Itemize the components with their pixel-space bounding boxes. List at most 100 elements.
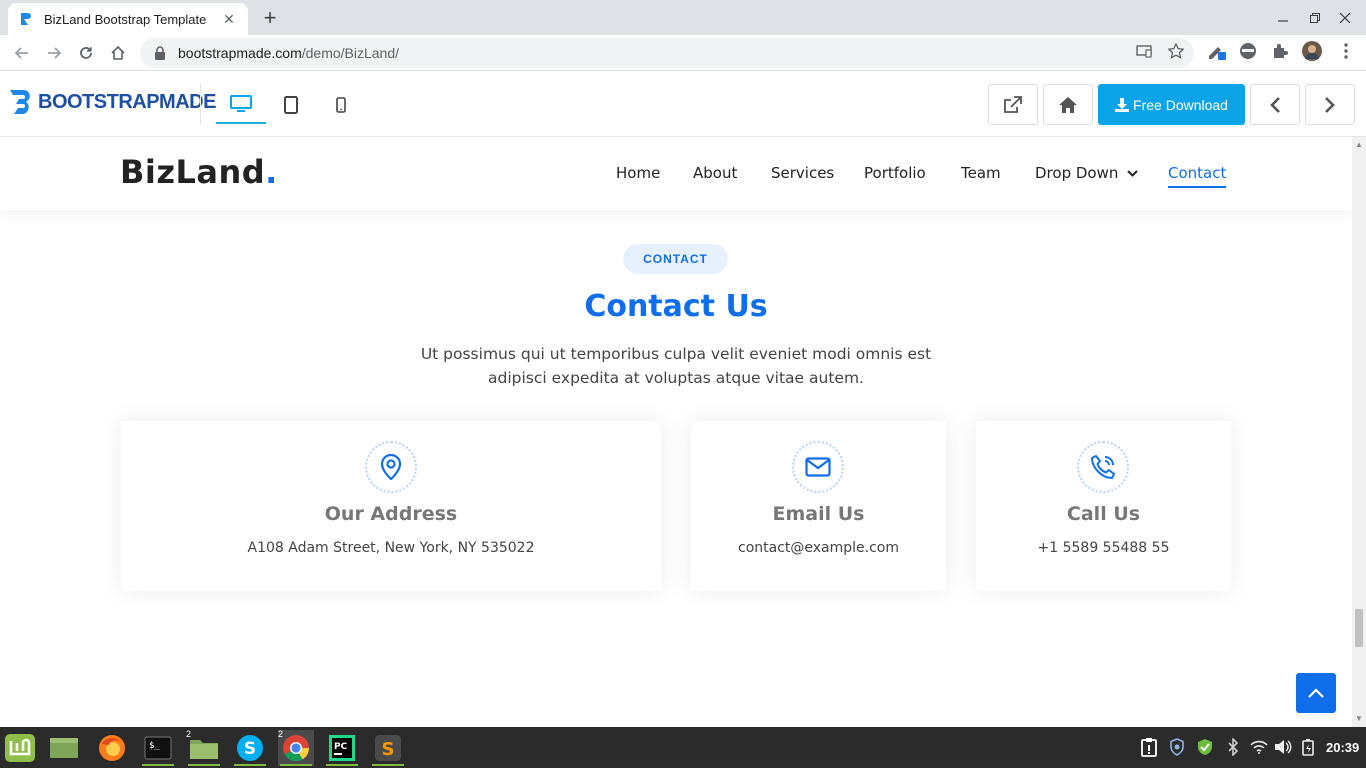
volume-icon[interactable]: [1273, 737, 1293, 757]
lock-icon: [154, 46, 168, 60]
svg-text:S: S: [382, 739, 395, 760]
section-badge: CONTACT: [623, 244, 728, 274]
url-host: bootstrapmade.com: [178, 45, 302, 61]
phone-title: Call Us: [1066, 503, 1141, 525]
nav-dropdown-label: Drop Down: [1035, 164, 1119, 182]
update-check-icon[interactable]: [1195, 737, 1215, 757]
email-text[interactable]: contact@example.com: [691, 540, 946, 556]
bootstrapmade-logo[interactable]: BOOTSTRAPMADE: [10, 88, 216, 116]
back-arrow-icon[interactable]: [9, 40, 35, 66]
site-logo-text: BizLand: [120, 153, 266, 191]
chrome-icon[interactable]: 2: [278, 729, 314, 766]
bootstrapmade-brand: BOOTSTRAPMADE: [38, 90, 216, 113]
address-text: A108 Adam Street, New York, NY 535022: [247, 540, 535, 556]
files-icon[interactable]: 2: [186, 729, 222, 766]
site-logo-dot: .: [265, 153, 278, 191]
svg-text:PC: PC: [334, 742, 348, 752]
firefox-icon[interactable]: [94, 730, 130, 766]
battery-icon[interactable]: [1299, 737, 1319, 757]
chevron-up-icon: [1308, 688, 1324, 698]
address-info-box: Our Address A108 Adam Street, New York, …: [121, 421, 661, 591]
nav-portfolio[interactable]: Portfolio: [864, 164, 926, 182]
phone-icon: [1077, 441, 1129, 493]
map-pin-icon: [365, 441, 417, 493]
tab-title: BizLand Bootstrap Template: [44, 11, 207, 27]
free-download-button[interactable]: Free Download: [1098, 84, 1245, 125]
extension-mask-icon[interactable]: [1238, 41, 1258, 61]
home-icon[interactable]: [105, 40, 131, 66]
address-title: Our Address: [324, 503, 458, 525]
mint-menu-icon[interactable]: [2, 730, 38, 766]
mobile-view-button[interactable]: [316, 86, 366, 124]
terminal-icon[interactable]: $_: [140, 730, 176, 766]
profile-avatar[interactable]: [1302, 41, 1322, 61]
svg-text:$_: $_: [149, 741, 160, 751]
extensions-puzzle-icon[interactable]: [1270, 41, 1290, 61]
download-icon: [1115, 97, 1130, 112]
nav-home[interactable]: Home: [616, 164, 660, 182]
nav-about[interactable]: About: [693, 164, 737, 182]
email-title: Email Us: [772, 503, 865, 525]
bootstrapmade-logo-icon: [10, 90, 30, 114]
desktop-view-button[interactable]: [216, 86, 266, 124]
sublime-text-icon[interactable]: S: [370, 730, 406, 766]
house-icon: [1059, 96, 1077, 113]
url-path: /demo/BizLand/: [301, 45, 400, 61]
open-external-button[interactable]: [988, 84, 1038, 125]
clipboard-alert-icon[interactable]: [1139, 737, 1159, 757]
section-title: Contact Us: [584, 289, 768, 324]
scroll-up-arrow-icon[interactable]: ▲: [1355, 141, 1363, 149]
bookmark-star-icon[interactable]: [1167, 42, 1185, 60]
site-logo[interactable]: BizLand.: [120, 153, 278, 191]
url-text: bootstrapmade.com/demo/BizLand/: [178, 45, 399, 61]
close-icon[interactable]: ✕: [220, 10, 238, 28]
minimize-icon[interactable]: [1273, 8, 1293, 28]
cast-icon[interactable]: [1135, 42, 1153, 60]
divider: [200, 84, 201, 124]
home-button[interactable]: [1043, 84, 1093, 125]
page-scrollbar[interactable]: ▲ ▼: [1352, 137, 1366, 727]
show-desktop-icon[interactable]: [46, 730, 82, 766]
tablet-view-button[interactable]: [266, 86, 316, 124]
next-template-button[interactable]: [1305, 84, 1355, 125]
desktop-icon: [230, 95, 252, 112]
back-to-top-button[interactable]: [1296, 673, 1336, 713]
skype-icon[interactable]: S: [232, 730, 268, 766]
maximize-icon[interactable]: [1305, 8, 1325, 28]
nav-contact[interactable]: Contact: [1168, 164, 1227, 188]
address-bar[interactable]: bootstrapmade.com/demo/BizLand/: [140, 38, 1194, 68]
chevron-right-icon: [1325, 96, 1335, 113]
browser-tab[interactable]: BizLand Bootstrap Template ✕: [8, 3, 248, 35]
scrollbar-thumb[interactable]: [1355, 609, 1363, 647]
taskbar: $_ 2 S 2 PC S 20:39: [0, 727, 1366, 768]
reload-icon[interactable]: [73, 40, 99, 66]
wifi-icon[interactable]: [1249, 737, 1269, 757]
section-description: Ut possimus qui ut temporibus culpa veli…: [420, 345, 932, 387]
extension-pen-icon[interactable]: [1206, 41, 1226, 61]
nav-team[interactable]: Team: [961, 164, 1001, 182]
browser-toolbar: bootstrapmade.com/demo/BizLand/: [0, 35, 1366, 71]
bluetooth-icon[interactable]: [1223, 737, 1243, 757]
nav-services[interactable]: Services: [771, 164, 834, 182]
chevron-left-icon: [1270, 96, 1280, 113]
envelope-icon: [792, 441, 844, 493]
clock[interactable]: 20:39: [1326, 740, 1359, 755]
forward-arrow-icon[interactable]: [41, 40, 67, 66]
pycharm-icon[interactable]: PC: [324, 730, 360, 766]
more-menu-icon[interactable]: [1336, 41, 1356, 61]
page-viewport: BizLand. Home About Services Portfolio T…: [0, 137, 1352, 727]
phone-info-box: Call Us +1 5589 55488 55: [976, 421, 1231, 591]
shield-icon[interactable]: [1167, 737, 1187, 757]
chrome-window-count: 2: [278, 729, 284, 739]
nav-dropdown[interactable]: Drop Down: [1035, 164, 1138, 182]
phone-text[interactable]: +1 5589 55488 55: [976, 540, 1231, 556]
new-tab-button[interactable]: +: [258, 5, 282, 30]
previous-template-button[interactable]: [1250, 84, 1300, 125]
scroll-down-arrow-icon[interactable]: ▼: [1355, 715, 1363, 723]
window-close-icon[interactable]: [1335, 8, 1355, 28]
free-download-label: Free Download: [1133, 96, 1228, 113]
preview-bar: BOOTSTRAPMADE Free Download: [0, 72, 1366, 137]
tablet-icon: [284, 96, 298, 114]
chevron-down-icon: [1127, 170, 1138, 177]
files-window-count: 2: [186, 729, 192, 739]
